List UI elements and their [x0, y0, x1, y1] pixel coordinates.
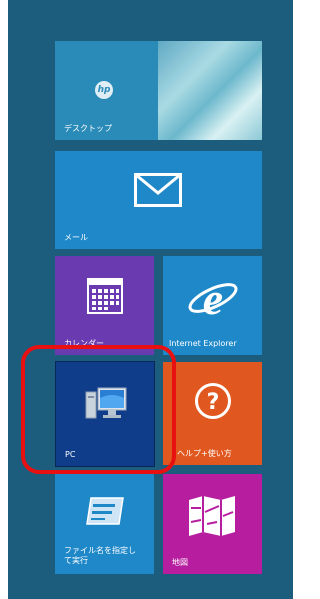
hp-logo-icon: hp [95, 81, 113, 99]
svg-text:?: ? [207, 390, 220, 415]
tile-desktop[interactable]: hp デスクトップ [55, 41, 262, 140]
tile-internet-explorer[interactable]: e Internet Explorer [163, 256, 262, 355]
svg-text:e: e [203, 274, 223, 322]
tile-run[interactable]: ファイル名を指定して実行 [55, 474, 154, 574]
tile-desktop-label: デスクトップ [64, 124, 112, 133]
run-dialog-icon [86, 497, 124, 525]
calendar-grid-icon [87, 278, 123, 314]
tile-mail[interactable]: メール [55, 151, 262, 249]
tile-internet-explorer-label: Internet Explorer [169, 339, 237, 348]
tile-mail-label: メール [64, 233, 88, 242]
internet-explorer-icon: e [188, 274, 238, 322]
envelope-icon [134, 173, 182, 207]
question-mark-icon: ? [195, 383, 231, 419]
tile-run-label: ファイル名を指定して実行 [64, 546, 136, 565]
tile-help-label: ヘルプ+使い方 [177, 449, 232, 458]
tile-calendar[interactable]: カレンダー [55, 256, 154, 355]
tile-help[interactable]: ? ヘルプ+使い方 [163, 362, 262, 465]
tile-maps-label: 地図 [172, 558, 188, 567]
desktop-wallpaper-preview [158, 41, 262, 140]
map-icon [189, 496, 235, 536]
tile-maps[interactable]: 地図 [163, 474, 262, 574]
pc-highlight-annotation [21, 345, 176, 474]
